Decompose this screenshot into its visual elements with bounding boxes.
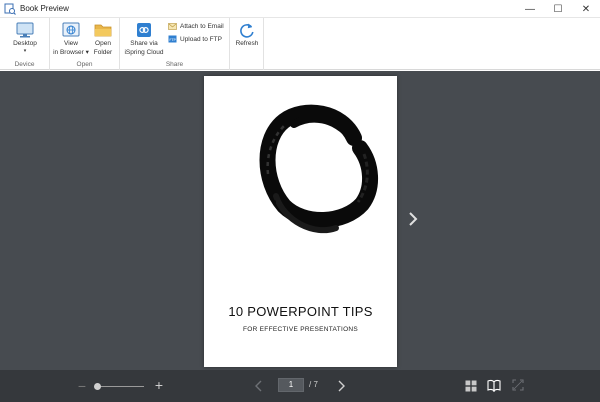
email-attach-icon bbox=[168, 23, 177, 30]
current-page-input[interactable]: 1 bbox=[278, 378, 304, 392]
device-group-label: Device bbox=[14, 61, 35, 68]
enso-brush-circle-image bbox=[259, 104, 379, 234]
desktop-button[interactable]: Desktop ▾ bbox=[8, 21, 42, 54]
open-group: View in Browser ▾ Open Folder Open bbox=[50, 18, 120, 70]
zoom-slider-thumb[interactable] bbox=[93, 383, 101, 390]
zoom-out-button[interactable]: − bbox=[76, 379, 88, 393]
chevron-right-icon[interactable] bbox=[335, 379, 347, 393]
refresh-icon bbox=[240, 23, 254, 38]
attach-to-email-label: Attach to Email bbox=[180, 22, 224, 30]
open-folder-label-2: Folder bbox=[93, 49, 113, 56]
preview-stage: 10 POWERPOINT TIPS FOR EFFECTIVE PRESENT… bbox=[0, 71, 600, 370]
share-ispring-cloud-button[interactable]: Share via iSpring Cloud bbox=[122, 21, 166, 57]
refresh-group: Refresh bbox=[230, 18, 264, 70]
ribbon-toolbar: Desktop ▾ Device View in Browser ▾ Open … bbox=[0, 18, 600, 70]
book-title: 10 POWERPOINT TIPS bbox=[228, 304, 373, 319]
monitor-icon bbox=[16, 22, 34, 38]
desktop-dropdown-arrow[interactable]: ▾ bbox=[24, 49, 27, 54]
title-bar: Book Preview — ☐ ✕ bbox=[0, 0, 600, 18]
fullscreen-icon[interactable] bbox=[512, 379, 524, 391]
zoom-in-button[interactable]: + bbox=[152, 378, 166, 392]
share-cloud-label-1: Share via bbox=[130, 40, 158, 47]
book-subtitle: FOR EFFECTIVE PRESENTATIONS bbox=[242, 326, 359, 333]
minimize-button[interactable]: — bbox=[516, 0, 544, 18]
ftp-upload-icon: FTP bbox=[168, 35, 177, 43]
refresh-button[interactable]: Refresh bbox=[232, 21, 262, 48]
grid-view-icon[interactable] bbox=[465, 380, 477, 392]
browser-globe-icon bbox=[62, 22, 80, 37]
chevron-left-icon[interactable] bbox=[253, 379, 265, 393]
share-cloud-label-2: iSpring Cloud bbox=[124, 49, 164, 56]
upload-to-ftp-button[interactable]: FTP Upload to FTP bbox=[168, 35, 222, 43]
view-in-browser-label-2: in Browser ▾ bbox=[53, 49, 89, 56]
open-group-label: Open bbox=[76, 61, 93, 68]
book-preview-app-icon bbox=[4, 3, 16, 15]
book-view-icon[interactable] bbox=[487, 379, 501, 392]
attach-to-email-button[interactable]: Attach to Email bbox=[168, 22, 224, 30]
svg-text:FTP: FTP bbox=[169, 38, 176, 42]
folder-icon bbox=[94, 24, 112, 37]
view-in-browser-button[interactable]: View in Browser ▾ bbox=[53, 21, 89, 57]
device-group: Desktop ▾ Device bbox=[0, 18, 50, 70]
open-folder-button[interactable]: Open Folder bbox=[88, 21, 118, 57]
chevron-right-icon bbox=[409, 212, 418, 226]
close-button[interactable]: ✕ bbox=[572, 0, 600, 18]
ispring-cloud-icon bbox=[137, 23, 151, 37]
maximize-button[interactable]: ☐ bbox=[544, 0, 572, 18]
upload-to-ftp-label: Upload to FTP bbox=[180, 35, 222, 43]
next-page-arrow[interactable] bbox=[404, 208, 422, 230]
zoom-slider-track[interactable] bbox=[95, 386, 144, 387]
share-group-label: Share bbox=[165, 61, 184, 68]
bottom-bar: − + 1 / 7 bbox=[0, 370, 600, 402]
book-page: 10 POWERPOINT TIPS FOR EFFECTIVE PRESENT… bbox=[204, 76, 397, 367]
view-in-browser-label-1: View bbox=[64, 40, 78, 47]
share-group: Share via iSpring Cloud Attach to Email … bbox=[120, 18, 230, 70]
refresh-label: Refresh bbox=[235, 40, 259, 47]
desktop-label: Desktop bbox=[13, 40, 37, 47]
page-count-label: / 7 bbox=[309, 380, 318, 389]
window-title: Book Preview bbox=[20, 4, 69, 13]
open-folder-label-1: Open bbox=[95, 40, 111, 47]
